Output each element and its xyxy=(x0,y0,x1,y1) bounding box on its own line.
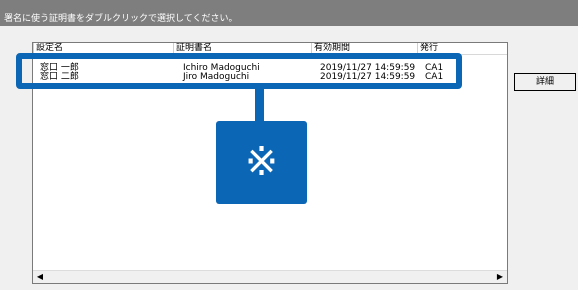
horizontal-scrollbar[interactable]: ◀ ▶ xyxy=(33,270,507,283)
instruction-text: 署名に使う証明書をダブルクリックで選択してください。 xyxy=(4,14,238,24)
callout-connector xyxy=(255,89,264,122)
note-mark-badge: ※ xyxy=(216,121,307,204)
scroll-left-icon[interactable]: ◀ xyxy=(35,272,45,282)
detail-button[interactable]: 詳細 xyxy=(514,73,576,91)
highlight-box xyxy=(16,53,462,89)
instruction-bar: 署名に使う証明書をダブルクリックで選択してください。 xyxy=(0,0,578,26)
scroll-right-icon[interactable]: ▶ xyxy=(495,272,505,282)
